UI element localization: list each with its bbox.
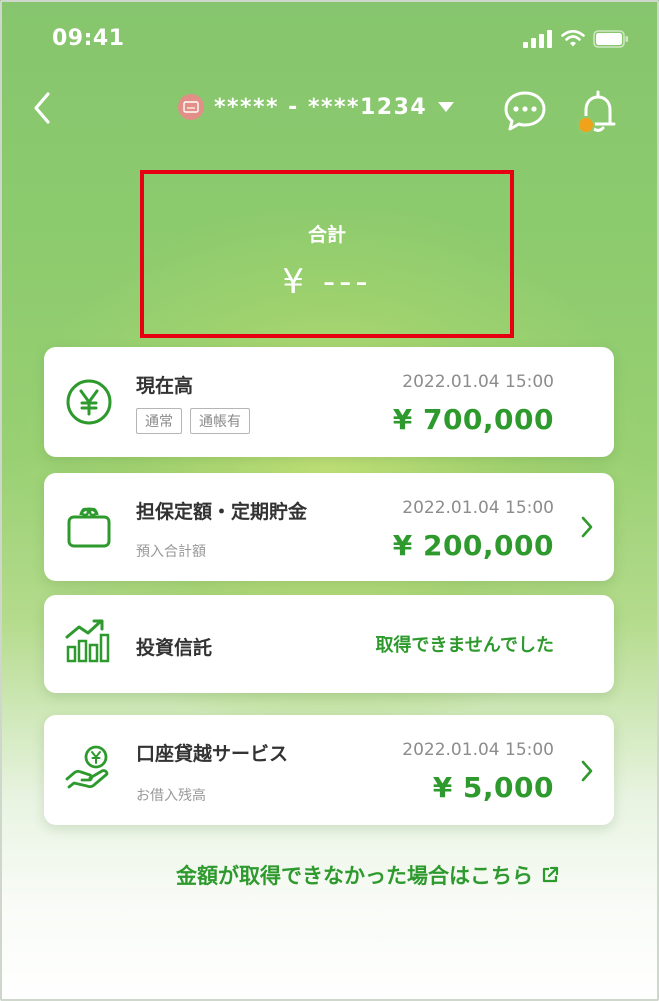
- card-value: ¥ 200,000: [392, 529, 554, 562]
- hand-coin-icon: [65, 745, 109, 789]
- total-label: 合計: [307, 224, 346, 246]
- card-title: 担保定額・定期貯金: [136, 501, 308, 523]
- notification-dot: [577, 116, 595, 134]
- help-link-label: 金額が取得できなかった場合はこちら: [176, 864, 533, 888]
- signal-icon: [523, 30, 552, 48]
- balance-card-current: 現在高 通常 通帳有 2022.01.04 15:00 ¥ 700,000: [44, 347, 614, 457]
- card-value: ¥ 5,000: [432, 771, 554, 804]
- card-date: 2022.01.04 15:00: [402, 740, 554, 760]
- app-header: ***** - ****1234: [0, 88, 659, 138]
- system-icons: [523, 30, 629, 48]
- account-balance-screen: 09:41 ***** - ****1234 合計 ¥ --- 現在高 通常 通…: [0, 0, 659, 1001]
- card-subtitle: 預入合計額: [136, 544, 206, 560]
- account-tags: 通常 通帳有: [136, 408, 250, 434]
- passbook-icon: [178, 94, 204, 120]
- chart-up-icon: [65, 619, 110, 663]
- total-balance-highlight: 合計 ¥ ---: [140, 170, 514, 338]
- tag-regular: 通常: [136, 408, 182, 434]
- chevron-right-icon: [581, 760, 593, 782]
- chat-icon[interactable]: [502, 90, 548, 132]
- card-subtitle: お借入残高: [136, 788, 206, 804]
- help-link[interactable]: 金額が取得できなかった場合はこちら: [176, 860, 559, 890]
- notification-button[interactable]: [574, 88, 622, 140]
- account-selector[interactable]: ***** - ****1234: [178, 94, 455, 120]
- fetch-error-text: 取得できませんでした: [375, 635, 554, 656]
- battery-icon: [593, 30, 628, 48]
- card-title: 投資信託: [136, 637, 213, 659]
- balance-card-time-deposit[interactable]: 担保定額・定期貯金 預入合計額 2022.01.04 15:00 ¥ 200,0…: [44, 473, 614, 581]
- account-number: ***** - ****1234: [214, 94, 428, 120]
- card-title: 現在高: [136, 375, 194, 397]
- total-value: ¥ ---: [282, 262, 372, 302]
- purse-icon: [67, 507, 111, 548]
- card-date: 2022.01.04 15:00: [402, 372, 554, 392]
- balance-card-overdraft[interactable]: 口座貸越サービス お借入残高 2022.01.04 15:00 ¥ 5,000: [44, 715, 614, 825]
- tag-passbook: 通帳有: [190, 408, 250, 434]
- card-title: 口座貸越サービス: [136, 743, 289, 765]
- bell-icon: [577, 90, 616, 134]
- caret-down-icon: [438, 102, 455, 112]
- status-bar: 09:41: [0, 26, 659, 56]
- status-time: 09:41: [52, 26, 125, 51]
- balance-card-investment-trust: 投資信託 取得できませんでした: [44, 595, 614, 693]
- card-date: 2022.01.04 15:00: [402, 498, 554, 518]
- chevron-right-icon: [581, 516, 593, 538]
- wifi-icon: [561, 30, 585, 47]
- card-value: ¥ 700,000: [392, 403, 554, 436]
- yen-coin-icon: [66, 379, 112, 425]
- back-button[interactable]: [30, 88, 56, 128]
- external-link-icon: [542, 866, 559, 883]
